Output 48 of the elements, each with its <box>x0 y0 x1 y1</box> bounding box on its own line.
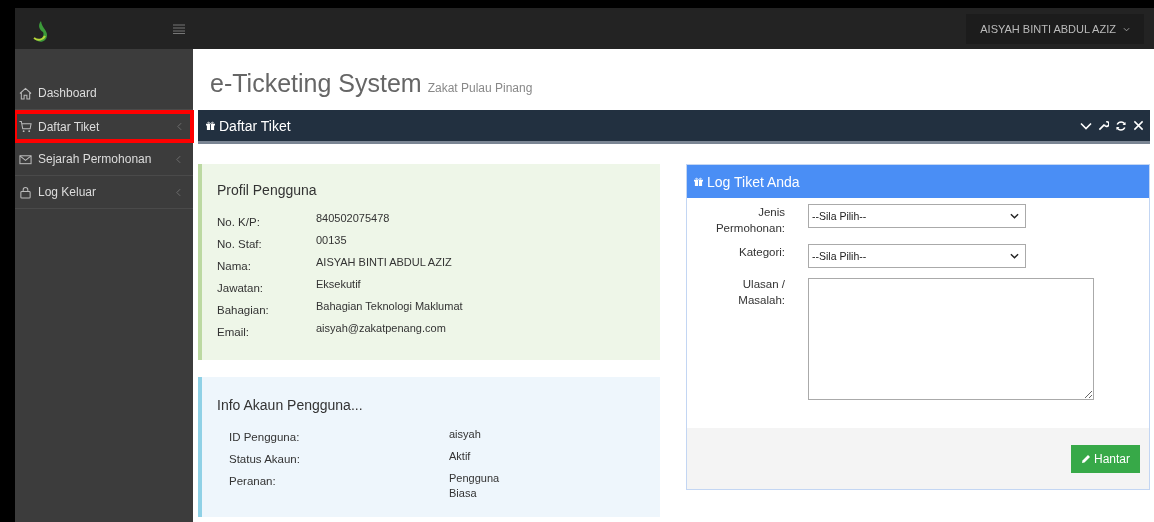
refresh-icon[interactable] <box>1115 119 1127 132</box>
field-label: Kategori: <box>737 245 785 260</box>
cart-icon <box>19 120 32 133</box>
field-value: 840502075478 <box>316 212 390 226</box>
field-value: Bahagian Teknologi Maklumat <box>316 300 463 314</box>
field-label: ID Pengguna: <box>229 430 301 445</box>
sidebar-item[interactable]: Log Keluar <box>15 176 193 209</box>
menu-icon[interactable] <box>173 23 185 34</box>
sidebar-item[interactable]: Dashboard <box>15 77 193 110</box>
textarea-field[interactable] <box>808 278 1094 400</box>
chevron-down-icon <box>1123 27 1130 33</box>
card-title: Info Akaun Pengguna... <box>217 397 364 413</box>
panel-title: Daftar Tiket <box>219 117 292 134</box>
field-label: Status Akaun: <box>229 452 301 467</box>
field-label: Email: <box>217 325 250 340</box>
wrench-icon[interactable] <box>1098 120 1109 131</box>
field-value: aisyah <box>449 427 482 442</box>
field-value: aisyah@zakatpenang.com <box>316 322 446 336</box>
page-subtitle: Zakat Pulau Pinang <box>427 81 533 95</box>
field-label: Jenis Permohonan: <box>714 205 785 236</box>
sidebar-item[interactable]: Sejarah Permohonan <box>15 143 193 176</box>
close-icon[interactable] <box>1133 120 1144 131</box>
field-label: Jawatan: <box>217 281 265 296</box>
pencil-icon <box>1080 453 1091 464</box>
card-title: Profil Pengguna <box>217 182 318 198</box>
chevron-down-icon <box>1010 213 1019 219</box>
dropdown[interactable]: --Sila Pilih-- <box>808 204 1026 228</box>
field-value: AISYAH BINTI ABDUL AZIZ <box>316 256 452 270</box>
field-label: No. Staf: <box>217 237 263 252</box>
field-label: Bahagian: <box>217 303 270 318</box>
form-title: Log Tiket Anda <box>707 173 800 190</box>
field-label: No. K/P: <box>217 215 261 230</box>
dropdown[interactable]: --Sila Pilih-- <box>808 244 1026 268</box>
sidebar-item[interactable]: Daftar Tiket <box>15 110 194 143</box>
gift-icon <box>206 121 215 130</box>
field-value: Aktif <box>449 449 472 464</box>
chevron-down-icon <box>1010 253 1019 259</box>
page-title: e-Ticketing System <box>210 69 422 98</box>
home-icon <box>19 86 32 100</box>
field-label: Ulasan / Masalah: <box>737 277 785 308</box>
gift-icon <box>694 177 703 186</box>
envelope-icon <box>19 152 32 166</box>
field-value: Eksekutif <box>316 278 361 292</box>
user-menu-button[interactable]: AISYAH BINTI ABDUL AZIZ <box>966 13 1144 44</box>
field-label: Nama: <box>217 259 252 274</box>
field-label: Peranan: <box>229 474 277 489</box>
lock-icon <box>19 185 32 199</box>
field-value: 00135 <box>316 234 347 248</box>
